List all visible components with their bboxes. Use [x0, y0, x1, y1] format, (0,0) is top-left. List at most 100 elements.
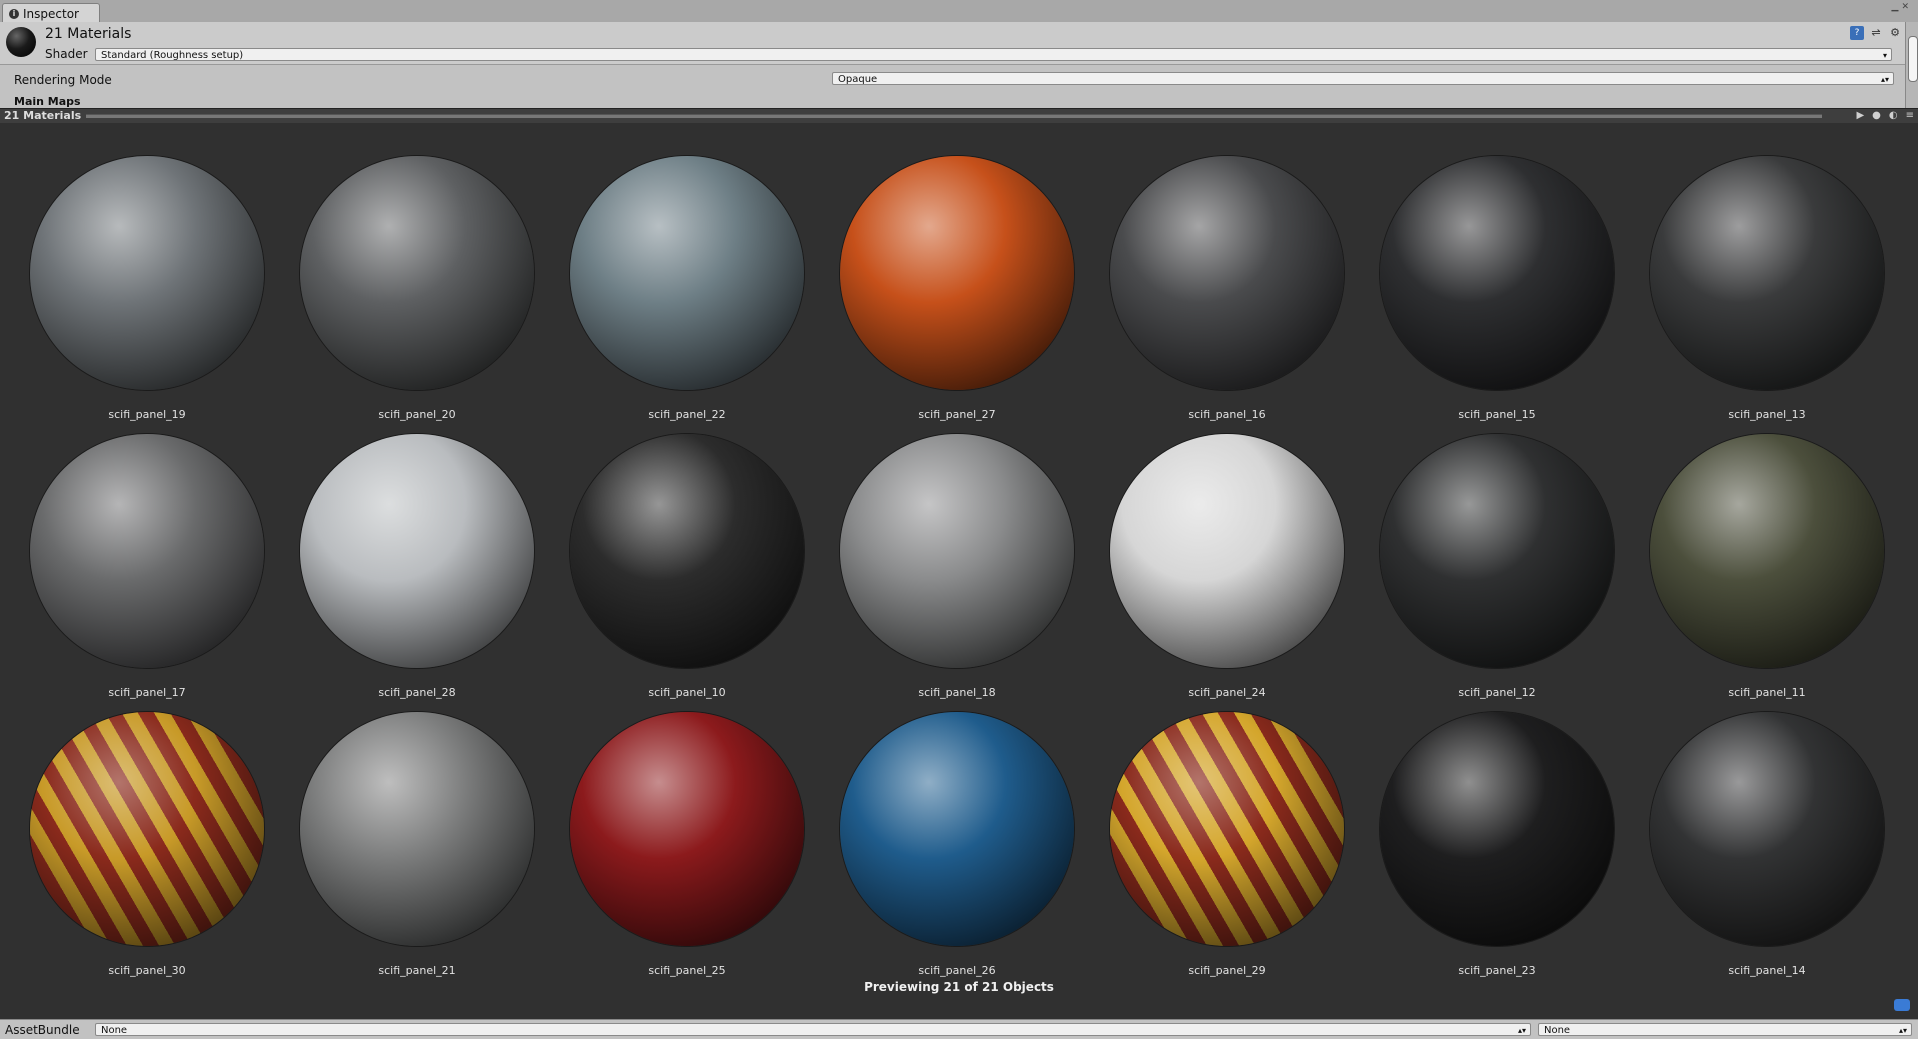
material-cell[interactable]: scifi_panel_27 — [810, 156, 1080, 436]
dropdown-arrow-icon: ▴▾ — [1517, 1026, 1526, 1035]
material-name: scifi_panel_11 — [1728, 686, 1806, 699]
material-sphere — [300, 434, 534, 668]
material-name: scifi_panel_28 — [378, 686, 456, 699]
shader-dropdown[interactable]: Standard (Roughness setup) ▾ — [95, 48, 1892, 61]
material-sphere — [1380, 156, 1614, 390]
material-cell[interactable]: scifi_panel_30 — [0, 712, 270, 992]
material-cell[interactable]: scifi_panel_23 — [1350, 712, 1620, 992]
material-name: scifi_panel_10 — [648, 686, 726, 699]
material-sphere — [1110, 434, 1344, 668]
material-name: scifi_panel_30 — [108, 964, 186, 977]
material-cell[interactable]: scifi_panel_14 — [1620, 712, 1890, 992]
help-icon[interactable]: ? — [1850, 26, 1864, 40]
assetbundle-variant-value: None — [1544, 1025, 1571, 1036]
dropdown-arrow-icon: ▾ — [1882, 51, 1887, 60]
material-name: scifi_panel_12 — [1458, 686, 1536, 699]
assetbundle-dropdown[interactable]: None ▴▾ — [95, 1023, 1531, 1036]
rendering-mode-dropdown[interactable]: Opaque ▴▾ — [832, 72, 1894, 85]
preview-icons: ▶ ● ◐ ≡ — [1856, 109, 1914, 123]
inspector-header: 21 Materials Shader Standard (Roughness … — [0, 22, 1906, 64]
material-name: scifi_panel_23 — [1458, 964, 1536, 977]
material-sphere — [1380, 434, 1614, 668]
material-name: scifi_panel_13 — [1728, 408, 1806, 421]
material-name: scifi_panel_24 — [1188, 686, 1266, 699]
material-sphere — [30, 156, 264, 390]
material-sphere — [570, 712, 804, 946]
material-cell[interactable]: scifi_panel_17 — [0, 434, 270, 714]
material-name: scifi_panel_22 — [648, 408, 726, 421]
material-properties: Rendering Mode Opaque ▴▾ Main Maps — [0, 64, 1906, 109]
inspector-scrollbar[interactable] — [1905, 22, 1918, 108]
shader-label: Shader — [45, 47, 88, 61]
material-name: scifi_panel_19 — [108, 408, 186, 421]
menu-icon[interactable]: ≡ — [1906, 109, 1914, 123]
material-cell[interactable]: scifi_panel_25 — [540, 712, 810, 992]
material-cell[interactable]: scifi_panel_13 — [1620, 156, 1890, 436]
tab-label: Inspector — [23, 6, 79, 21]
material-sphere — [840, 712, 1074, 946]
material-cell[interactable]: scifi_panel_29 — [1080, 712, 1350, 992]
material-sphere — [1650, 712, 1884, 946]
material-name: scifi_panel_14 — [1728, 964, 1806, 977]
preview-toolbar: 21 Materials ▶ ● ◐ ≡ — [0, 108, 1918, 124]
sphere-icon[interactable]: ● — [1872, 109, 1881, 123]
material-cell[interactable]: scifi_panel_19 — [0, 156, 270, 436]
material-name: scifi_panel_21 — [378, 964, 456, 977]
material-cell[interactable]: scifi_panel_21 — [270, 712, 540, 992]
preview-title: 21 Materials — [4, 109, 82, 122]
light-icon[interactable]: ◐ — [1889, 109, 1898, 123]
material-sphere — [30, 712, 264, 946]
preview-area: scifi_panel_19 scifi_panel_20 scifi_panel_… — [0, 123, 1918, 1019]
dropdown-arrow-icon: ▴▾ — [1880, 75, 1889, 84]
material-name: scifi_panel_17 — [108, 686, 186, 699]
play-icon[interactable]: ▶ — [1856, 109, 1864, 123]
scrollbar-thumb[interactable] — [1908, 36, 1918, 82]
material-cell[interactable]: scifi_panel_28 — [270, 434, 540, 714]
tab-bar: i Inspector ▁✕ — [0, 0, 1918, 23]
preview-status: Previewing 21 of 21 Objects — [864, 980, 1054, 994]
header-icons: ? ⇌ ⚙ — [1850, 26, 1902, 40]
material-name: scifi_panel_25 — [648, 964, 726, 977]
dropdown-arrow-icon: ▴▾ — [1898, 1026, 1907, 1035]
material-cell[interactable]: scifi_panel_22 — [540, 156, 810, 436]
material-sphere — [30, 434, 264, 668]
material-cell[interactable]: scifi_panel_11 — [1620, 434, 1890, 714]
material-name: scifi_panel_29 — [1188, 964, 1266, 977]
page-title: 21 Materials — [45, 26, 132, 42]
material-sphere — [300, 156, 534, 390]
material-sphere — [840, 156, 1074, 390]
material-cell[interactable]: scifi_panel_16 — [1080, 156, 1350, 436]
material-name: scifi_panel_15 — [1458, 408, 1536, 421]
gear-icon[interactable]: ⚙ — [1888, 26, 1902, 40]
material-cell[interactable]: scifi_panel_24 — [1080, 434, 1350, 714]
main-maps-label: Main Maps — [14, 95, 81, 108]
window-controls[interactable]: ▁✕ — [1892, 2, 1912, 12]
tag-icon[interactable] — [1894, 999, 1910, 1011]
material-name: scifi_panel_26 — [918, 964, 996, 977]
material-sphere — [570, 434, 804, 668]
rendering-mode-label: Rendering Mode — [14, 73, 112, 87]
material-sphere — [300, 712, 534, 946]
material-cell[interactable]: scifi_panel_18 — [810, 434, 1080, 714]
preset-icon[interactable]: ⇌ — [1869, 26, 1883, 40]
assetbundle-bar: AssetBundle None ▴▾ None ▴▾ — [0, 1019, 1918, 1039]
material-sphere — [570, 156, 804, 390]
tab-inspector[interactable]: i Inspector — [2, 3, 100, 23]
assetbundle-variant-dropdown[interactable]: None ▴▾ — [1538, 1023, 1912, 1036]
material-cell[interactable]: scifi_panel_12 — [1350, 434, 1620, 714]
material-cell[interactable]: scifi_panel_26 — [810, 712, 1080, 992]
material-name: scifi_panel_20 — [378, 408, 456, 421]
material-preview-icon — [6, 27, 36, 57]
info-icon: i — [9, 8, 19, 19]
material-sphere — [1110, 156, 1344, 390]
material-name: scifi_panel_27 — [918, 408, 996, 421]
material-name: scifi_panel_16 — [1188, 408, 1266, 421]
material-cell[interactable]: scifi_panel_20 — [270, 156, 540, 436]
assetbundle-value: None — [101, 1025, 128, 1036]
material-sphere — [1650, 434, 1884, 668]
preview-resize-handle[interactable] — [86, 114, 1822, 118]
material-sphere — [1380, 712, 1614, 946]
material-cell[interactable]: scifi_panel_10 — [540, 434, 810, 714]
material-cell[interactable]: scifi_panel_15 — [1350, 156, 1620, 436]
rendering-mode-value: Opaque — [838, 74, 878, 85]
